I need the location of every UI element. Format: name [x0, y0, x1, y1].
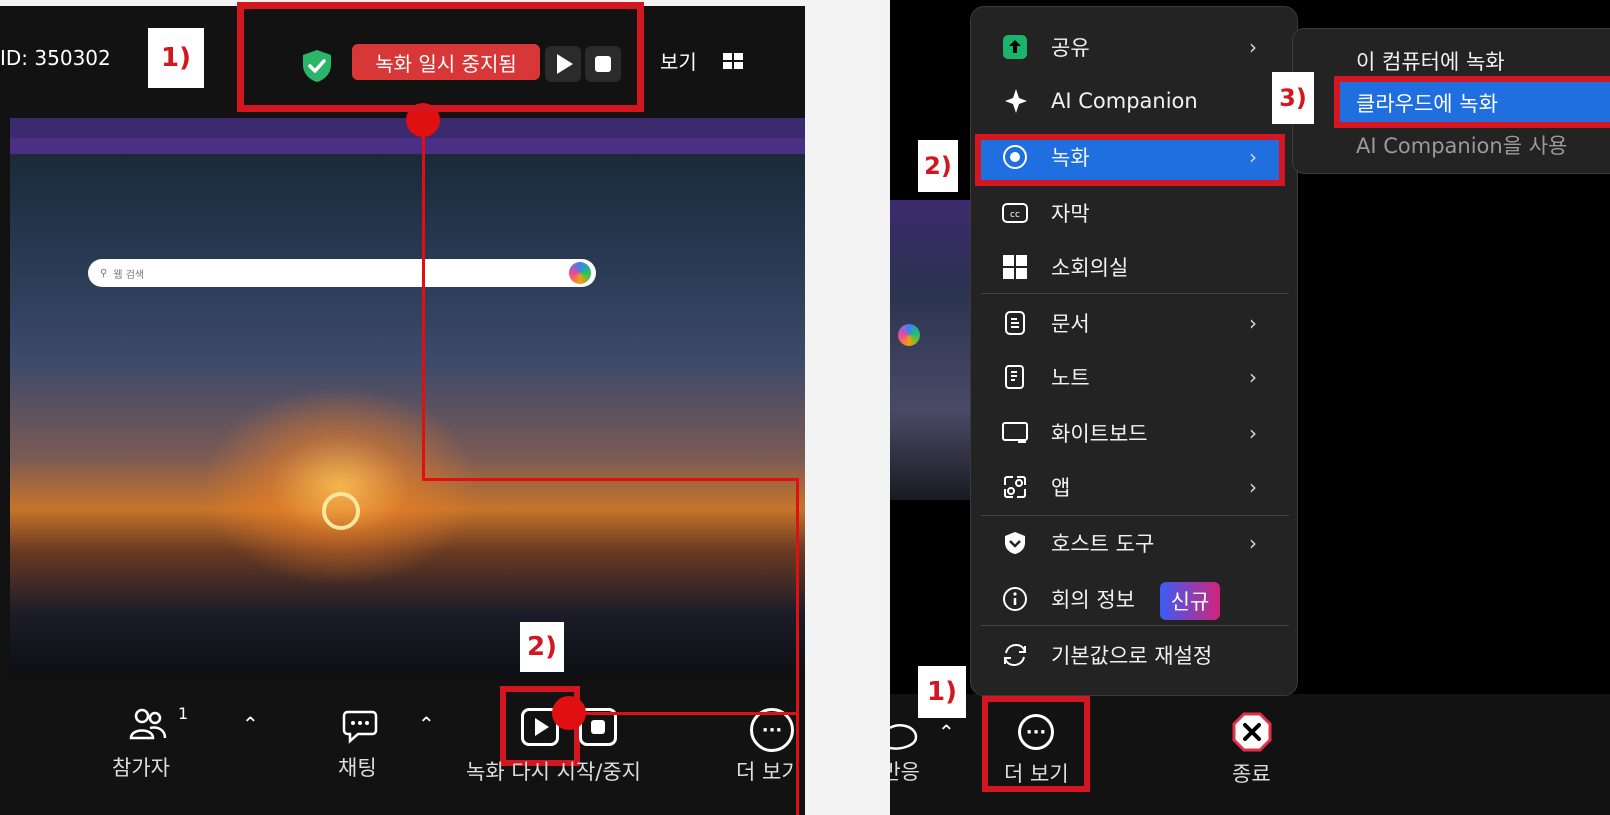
menu-item-label: 녹화 [1051, 146, 1090, 170]
end-label[interactable]: 종료 [1232, 758, 1271, 788]
record-icon [1001, 143, 1029, 171]
menu-item-label: 앱 [1051, 476, 1071, 500]
menu-item-docs[interactable]: 문서 › [971, 297, 1297, 349]
menu-item-label: 호스트 도구 [1051, 532, 1155, 556]
menu-separator [981, 293, 1289, 294]
shared-search-box: ⚲ 웹 검색 [88, 259, 596, 287]
copilot-icon [569, 262, 591, 284]
participants-chevron-icon[interactable]: ⌃ [242, 712, 259, 736]
more-label[interactable]: 더 보기 [1004, 758, 1069, 788]
menu-item-reset[interactable]: 기본값으로 재설정 [971, 629, 1297, 681]
meeting-id-text: ID: 350302 [0, 46, 111, 70]
participants-label[interactable]: 참가자 [112, 752, 170, 782]
step-label-1: 1) [148, 28, 204, 88]
reset-icon [1001, 641, 1029, 669]
annotation-line [568, 712, 798, 715]
more-label[interactable]: 더 보기 [736, 756, 801, 786]
menu-item-label: 소회의실 [1051, 256, 1129, 280]
menu-separator [981, 515, 1289, 516]
menu-item-share[interactable]: 공유 › [971, 21, 1297, 73]
cc-icon: cc [1001, 199, 1029, 227]
menu-item-apps[interactable]: 앱 › [971, 461, 1297, 513]
whiteboard-icon [1001, 419, 1029, 447]
step-label-1: 1) [918, 666, 966, 718]
menu-item-label: AI Companion [1051, 89, 1198, 113]
docs-icon [1001, 309, 1029, 337]
search-icon: ⚲ [100, 267, 108, 279]
view-menu-label[interactable]: 보기 [660, 46, 697, 75]
menu-item-label: 공유 [1051, 36, 1090, 60]
end-meeting-icon[interactable] [1232, 712, 1272, 752]
breakout-icon [1001, 253, 1029, 281]
sun-ring [322, 492, 360, 530]
notes-icon [1001, 363, 1029, 391]
menu-items-container: 공유 › AI Companion 녹화 › cc 자막 소회의실 문서 › 노트 › 화이트보드 › 앱 ›… [971, 7, 1297, 695]
record-to-cloud-item[interactable]: 클라우드에 녹화 [1356, 88, 1498, 118]
menu-item-label: 노트 [1051, 366, 1090, 390]
annotation-line [422, 122, 425, 480]
menu-item-host-tools[interactable]: 호스트 도구 › [971, 517, 1297, 569]
copilot-icon [898, 324, 920, 346]
menu-item-label: 화이트보드 [1051, 422, 1148, 446]
host-tools-icon [1001, 529, 1029, 557]
annotation-dot [552, 696, 586, 730]
step-label-3: 3) [1272, 72, 1314, 124]
participants-icon[interactable] [128, 706, 168, 742]
view-grid-icon [722, 52, 744, 70]
screenshot-stage: ID: 350302 1) 녹화 일시 중지됨 보기 ⚲ 웹 검색 2) 1 ⌃… [0, 0, 1610, 815]
chevron-right-icon: › [1249, 311, 1257, 335]
menu-item-breakout[interactable]: 소회의실 [971, 241, 1297, 293]
chevron-right-icon: › [1249, 421, 1257, 445]
svg-text:cc: cc [1010, 210, 1020, 220]
search-placeholder: 웹 검색 [113, 269, 145, 281]
annotation-line [422, 478, 798, 481]
menu-item-notes[interactable]: 노트 › [971, 351, 1297, 403]
reactions-chevron-icon[interactable]: ⌃ [938, 720, 955, 744]
apps-icon [1001, 473, 1029, 501]
menu-item-sparkle[interactable]: AI Companion [971, 75, 1297, 127]
sunset-glow [200, 386, 480, 586]
shared-screen-fragment [890, 200, 972, 500]
annotation-line [796, 478, 799, 815]
menu-item-record[interactable]: 녹화 › [971, 131, 1297, 183]
step-label-2: 2) [520, 622, 564, 672]
record-to-computer-item[interactable]: 이 컴퓨터에 녹화 [1356, 46, 1505, 76]
menu-separator [981, 625, 1289, 626]
chevron-right-icon: › [1249, 145, 1257, 169]
menu-item-whiteboard[interactable]: 화이트보드 › [971, 407, 1297, 459]
chat-icon[interactable] [340, 706, 380, 746]
reactions-icon[interactable] [889, 722, 926, 752]
play-icon [535, 718, 549, 736]
meeting-window-left: ID: 350302 1) 녹화 일시 중지됨 보기 ⚲ 웹 검색 2) 1 ⌃… [0, 6, 805, 815]
menu-item-label: 기본값으로 재설정 [1051, 644, 1213, 668]
reactions-label[interactable]: 반응 [890, 756, 920, 786]
menu-item-info[interactable]: 회의 정보 [971, 573, 1297, 625]
chat-label[interactable]: 채팅 [338, 752, 377, 782]
chevron-right-icon: › [1249, 365, 1257, 389]
recording-toolbar-label: 녹화 다시 시작/중지 [466, 760, 641, 784]
chevron-right-icon: › [1249, 35, 1257, 59]
menu-item-cc[interactable]: cc 자막 [971, 187, 1297, 239]
ai-companion-record-item[interactable]: AI Companion을 사용 [1356, 130, 1567, 160]
menu-item-label: 회의 정보 [1051, 588, 1135, 612]
sparkle-icon [1001, 87, 1029, 115]
menu-item-label: 자막 [1051, 202, 1090, 226]
stop-icon [591, 720, 605, 734]
more-options-icon[interactable]: ··· [1018, 714, 1054, 750]
info-icon [1001, 585, 1029, 613]
step-label-2: 2) [918, 140, 958, 192]
share-icon [1001, 33, 1029, 61]
chevron-right-icon: › [1249, 475, 1257, 499]
chevron-right-icon: › [1249, 531, 1257, 555]
participants-count: 1 [178, 704, 189, 723]
chat-chevron-icon[interactable]: ⌃ [418, 712, 435, 736]
step1-highlight-box [237, 2, 644, 112]
menu-item-label: 문서 [1051, 312, 1090, 336]
new-badge: 신규 [1160, 582, 1220, 620]
